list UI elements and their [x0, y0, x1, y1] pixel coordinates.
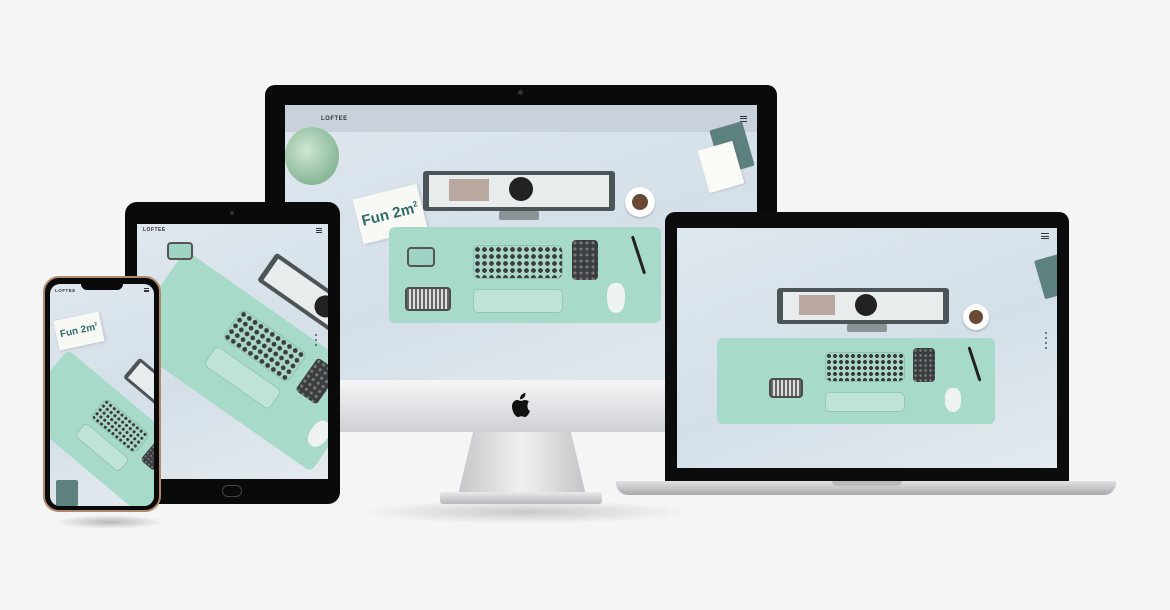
radio-device [167, 242, 193, 260]
website-preview: LOFTEE [137, 224, 328, 479]
hamburger-menu-icon[interactable] [1041, 233, 1049, 239]
imac-stand-foot [440, 492, 602, 504]
website-preview: LOFTEE Fun 2m2 [50, 284, 154, 506]
pagination-dots[interactable] [315, 334, 317, 346]
macbook-notch [832, 481, 902, 486]
iphone-device: LOFTEE Fun 2m2 [43, 276, 161, 512]
notebook [56, 480, 78, 506]
ipad-screen: LOFTEE [137, 224, 328, 479]
notebook [1034, 252, 1057, 300]
hamburger-menu-icon[interactable] [316, 227, 322, 233]
iphone-screen: LOFTEE Fun 2m2 [50, 284, 154, 506]
imac-stand-neck [458, 431, 586, 495]
camera-icon [518, 90, 523, 95]
iphone-notch [81, 282, 123, 290]
mouse [945, 388, 961, 412]
site-logo[interactable]: LOFTEE [55, 288, 76, 293]
radio-device [407, 247, 435, 267]
calculator [913, 348, 935, 382]
plant-decoration [285, 127, 339, 185]
site-header: LOFTEE [285, 105, 757, 132]
keyboard [473, 245, 563, 279]
desk-monitor [423, 171, 615, 211]
wrist-rest [825, 392, 905, 412]
speaker-device [769, 378, 803, 398]
apple-logo-icon [512, 393, 530, 417]
iphone-shadow [55, 515, 165, 529]
site-logo[interactable]: LOFTEE [143, 227, 166, 233]
coffee-cup [963, 304, 989, 330]
pagination-dots[interactable] [1045, 332, 1047, 349]
macbook-device: . [665, 212, 1069, 484]
ipad-home-button[interactable] [222, 485, 242, 497]
macbook-screen: . [677, 228, 1057, 468]
coffee-cup [625, 187, 655, 217]
camera-icon [230, 211, 234, 215]
desk-monitor [777, 288, 949, 324]
keyboard [825, 352, 905, 382]
hamburger-menu-icon[interactable] [144, 288, 149, 292]
site-header: . [677, 228, 1057, 244]
site-logo[interactable]: LOFTEE [321, 116, 348, 122]
wrist-rest [473, 289, 563, 313]
calculator [572, 240, 598, 280]
headline-text: Fun 2m2 [359, 198, 419, 230]
mouse [607, 283, 625, 313]
site-logo[interactable]: . [705, 233, 707, 239]
website-preview: . [677, 228, 1057, 468]
speaker-device [405, 287, 451, 311]
